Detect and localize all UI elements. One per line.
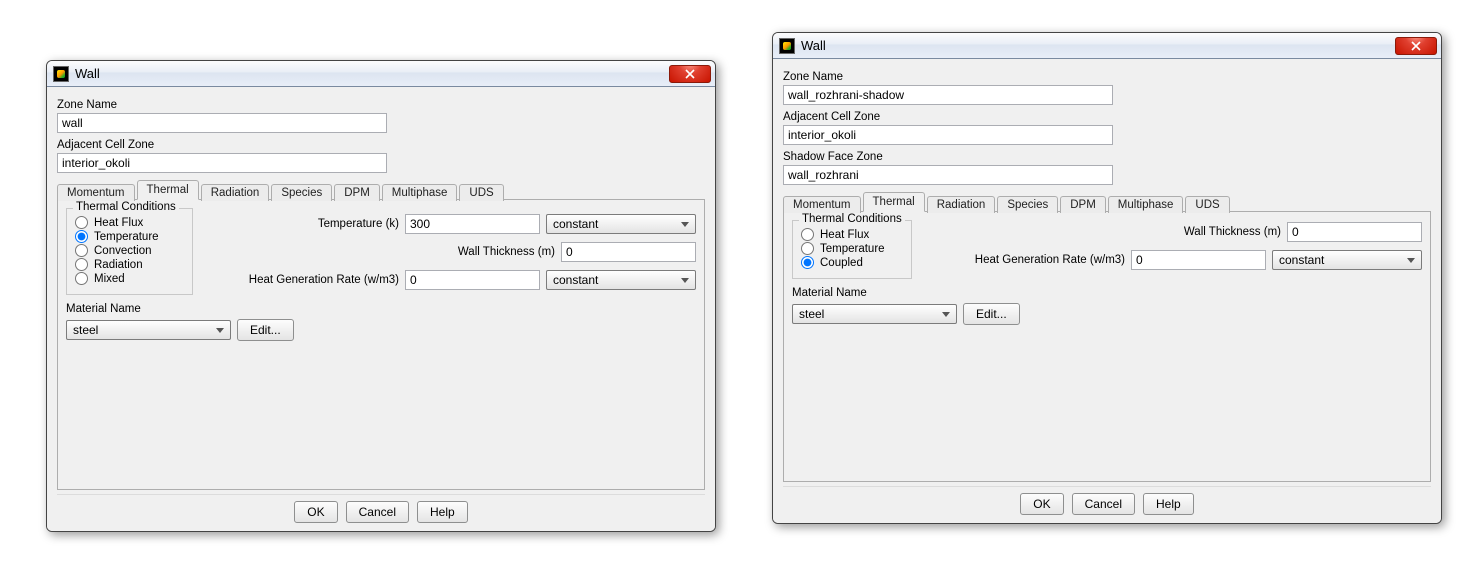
tab-multiphase[interactable]: Multiphase: [1108, 196, 1184, 213]
adjacent-cell-zone-input[interactable]: interior_okoli: [783, 125, 1113, 145]
adjacent-cell-zone-label: Adjacent Cell Zone: [57, 139, 387, 151]
close-icon: [685, 69, 695, 79]
window-title: Wall: [75, 66, 669, 81]
close-icon: [1411, 41, 1421, 51]
adjacent-cell-zone-label: Adjacent Cell Zone: [783, 111, 1113, 123]
heat-gen-rate-label: Heat Generation Rate (w/m3): [928, 254, 1125, 266]
tab-uds[interactable]: UDS: [459, 184, 503, 201]
titlebar[interactable]: Wall: [47, 61, 715, 87]
tab-species[interactable]: Species: [997, 196, 1058, 213]
tab-thermal[interactable]: Thermal: [137, 180, 199, 200]
material-dropdown[interactable]: steel: [66, 320, 231, 340]
heat-gen-rate-input[interactable]: [1131, 250, 1266, 270]
tab-multiphase[interactable]: Multiphase: [382, 184, 458, 201]
tab-bar: Momentum Thermal Radiation Species DPM M…: [57, 179, 705, 200]
zone-name-label: Zone Name: [783, 71, 1113, 83]
window-title: Wall: [801, 38, 1395, 53]
tab-radiation[interactable]: Radiation: [201, 184, 270, 201]
app-icon: [53, 66, 69, 82]
heat-gen-rate-input[interactable]: [405, 270, 540, 290]
cancel-button[interactable]: Cancel: [346, 501, 409, 523]
shadow-face-zone-input[interactable]: wall_rozhrani: [783, 165, 1113, 185]
radio-heat-flux[interactable]: Heat Flux: [801, 228, 903, 241]
help-button[interactable]: Help: [417, 501, 468, 523]
radio-heat-flux[interactable]: Heat Flux: [75, 216, 184, 229]
wall-dialog-1: Wall Zone Name wall Adjacent Cell Zone i…: [46, 60, 716, 532]
zone-name-input[interactable]: wall_rozhrani-shadow: [783, 85, 1113, 105]
heat-gen-rate-dropdown[interactable]: constant: [546, 270, 696, 290]
tab-uds[interactable]: UDS: [1185, 196, 1229, 213]
wall-dialog-2: Wall Zone Name wall_rozhrani-shadow Adja…: [772, 32, 1442, 524]
material-name-label: Material Name: [66, 303, 696, 315]
tab-dpm[interactable]: DPM: [334, 184, 380, 201]
thermal-conditions-group: Thermal Conditions Heat Flux Temperature…: [66, 208, 193, 295]
tab-radiation[interactable]: Radiation: [927, 196, 996, 213]
help-button[interactable]: Help: [1143, 493, 1194, 515]
thermal-conditions-legend: Thermal Conditions: [799, 213, 905, 225]
radio-coupled[interactable]: Coupled: [801, 256, 903, 269]
radio-temperature[interactable]: Temperature: [801, 242, 903, 255]
cancel-button[interactable]: Cancel: [1072, 493, 1135, 515]
tab-content: Thermal Conditions Heat Flux Temperature…: [783, 212, 1431, 482]
radio-temperature[interactable]: Temperature: [75, 230, 184, 243]
material-name-label: Material Name: [792, 287, 1422, 299]
titlebar[interactable]: Wall: [773, 33, 1441, 59]
heat-gen-rate-dropdown[interactable]: constant: [1272, 250, 1422, 270]
zone-name-input[interactable]: wall: [57, 113, 387, 133]
radio-convection[interactable]: Convection: [75, 244, 184, 257]
tab-content: Thermal Conditions Heat Flux Temperature…: [57, 200, 705, 490]
tab-momentum[interactable]: Momentum: [783, 196, 861, 213]
radio-radiation[interactable]: Radiation: [75, 258, 184, 271]
material-dropdown[interactable]: steel: [792, 304, 957, 324]
app-icon: [779, 38, 795, 54]
tab-species[interactable]: Species: [271, 184, 332, 201]
edit-button[interactable]: Edit...: [963, 303, 1020, 325]
wall-thickness-input[interactable]: [561, 242, 696, 262]
radio-mixed[interactable]: Mixed: [75, 272, 184, 285]
ok-button[interactable]: OK: [1020, 493, 1063, 515]
ok-button[interactable]: OK: [294, 501, 337, 523]
close-button[interactable]: [669, 65, 711, 83]
wall-thickness-label: Wall Thickness (m): [458, 246, 555, 258]
tab-dpm[interactable]: DPM: [1060, 196, 1106, 213]
tab-bar: Momentum Thermal Radiation Species DPM M…: [783, 191, 1431, 212]
temperature-dropdown[interactable]: constant: [546, 214, 696, 234]
adjacent-cell-zone-input[interactable]: interior_okoli: [57, 153, 387, 173]
temperature-label: Temperature (k): [209, 218, 399, 230]
thermal-conditions-legend: Thermal Conditions: [73, 201, 179, 213]
temperature-input[interactable]: [405, 214, 540, 234]
close-button[interactable]: [1395, 37, 1437, 55]
tab-momentum[interactable]: Momentum: [57, 184, 135, 201]
edit-button[interactable]: Edit...: [237, 319, 294, 341]
thermal-conditions-group: Thermal Conditions Heat Flux Temperature…: [792, 220, 912, 279]
wall-thickness-input[interactable]: [1287, 222, 1422, 242]
wall-thickness-label: Wall Thickness (m): [1184, 226, 1281, 238]
heat-gen-rate-label: Heat Generation Rate (w/m3): [209, 274, 399, 286]
shadow-face-zone-label: Shadow Face Zone: [783, 151, 1113, 163]
zone-name-label: Zone Name: [57, 99, 387, 111]
tab-thermal[interactable]: Thermal: [863, 192, 925, 212]
